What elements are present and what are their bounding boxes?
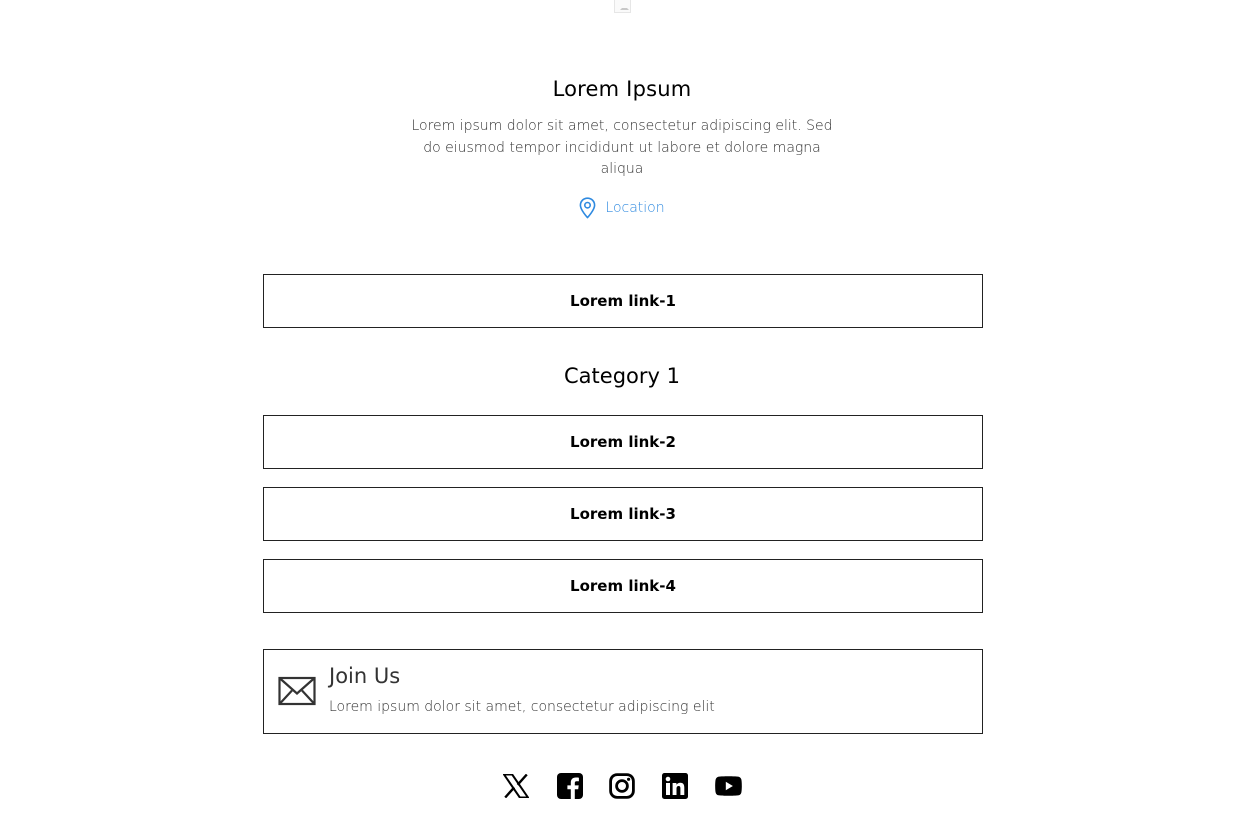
link-button-1[interactable]: Lorem link-1 — [263, 274, 983, 328]
envelope-icon — [278, 676, 316, 706]
join-us-card[interactable]: Join Us Lorem ipsum dolor sit amet, cons… — [263, 649, 983, 734]
facebook-icon[interactable] — [556, 772, 583, 799]
link-button-3[interactable]: Lorem link-3 — [263, 487, 983, 541]
join-us-title: Join Us — [329, 664, 401, 688]
link-button-2[interactable]: Lorem link-2 — [263, 415, 983, 469]
location-label: Location — [605, 200, 665, 216]
broken-avatar-image — [614, 0, 631, 13]
join-us-description: Lorem ipsum dolor sit amet, consectetur … — [329, 699, 715, 715]
map-pin-icon — [579, 197, 596, 219]
x-icon[interactable] — [502, 772, 529, 799]
location-link[interactable]: Location — [0, 196, 1244, 220]
linkedin-icon[interactable] — [661, 772, 688, 799]
category-title: Category 1 — [564, 364, 680, 388]
social-links — [0, 772, 1244, 802]
profile-description: Lorem ipsum dolor sit amet, consectetur … — [411, 118, 833, 177]
link-button-4[interactable]: Lorem link-4 — [263, 559, 983, 613]
profile-title: Lorem Ipsum — [552, 77, 692, 101]
instagram-icon[interactable] — [608, 772, 635, 799]
youtube-icon[interactable] — [715, 772, 742, 799]
